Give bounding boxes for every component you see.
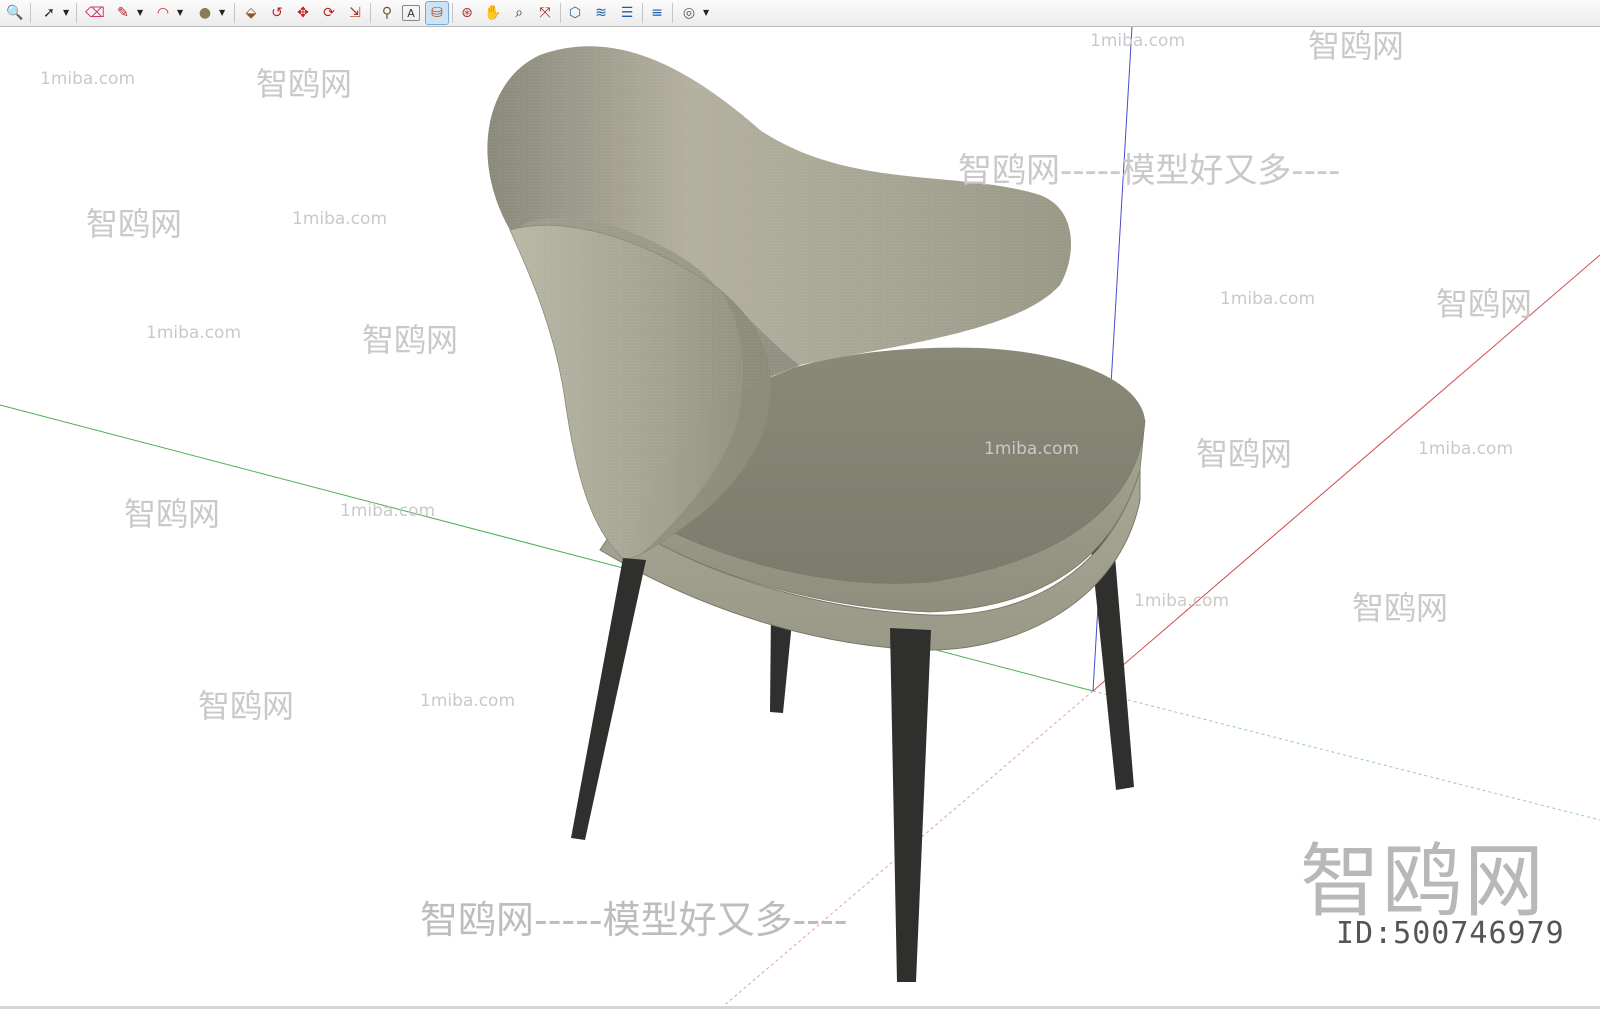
pencil-icon[interactable]: ✎ <box>112 2 134 24</box>
chevron-down-icon[interactable]: ▼ <box>219 8 225 17</box>
watermark-site: 1miba.com <box>984 439 1080 459</box>
eraser-icon[interactable]: ⌫ <box>84 2 106 24</box>
chevron-down-icon[interactable]: ▼ <box>137 8 143 17</box>
toolbar-separator <box>76 3 77 23</box>
leg-front-left <box>571 558 646 840</box>
arc-icon[interactable]: ◠ <box>152 2 174 24</box>
green-axis-hidden <box>1092 690 1600 821</box>
watermark-site: 1miba.com <box>1418 439 1514 459</box>
watermark-site: 1miba.com <box>40 69 136 89</box>
watermark-brand: 智鸥网 <box>1436 285 1533 323</box>
section-plane-icon[interactable]: ≋ <box>590 2 612 24</box>
zoom-window-icon[interactable]: ⌕ <box>508 2 530 24</box>
scale-icon[interactable]: ⇲ <box>344 2 366 24</box>
toolbar-separator <box>234 3 235 23</box>
toolbar-separator <box>370 3 371 23</box>
toolbar-separator <box>560 3 561 23</box>
model-viewport[interactable]: 1miba.com 智鸥网 1miba.com 智鸥网 智鸥网-----模型好又… <box>0 27 1600 1009</box>
watermark-brand: 智鸥网 <box>198 687 295 725</box>
watermark-site: 1miba.com <box>1090 31 1186 51</box>
toolbar-separator <box>672 3 673 23</box>
watermark-brand: 智鸥网 <box>1352 589 1449 627</box>
push-pull-icon[interactable]: ⬙ <box>240 2 262 24</box>
zoom-extents-icon[interactable]: ⤧ <box>534 2 556 24</box>
watermark-site: 1miba.com <box>146 323 242 343</box>
toolbar-separator <box>452 3 453 23</box>
watermark-brand: 智鸥网 <box>1196 435 1293 473</box>
shape-icon[interactable]: ● <box>194 2 216 24</box>
watermark-site: 1miba.com <box>340 501 436 521</box>
account-icon[interactable]: ◎ <box>678 2 700 24</box>
toolbar-separator <box>30 3 31 23</box>
watermark-id: ID:500746979 <box>1336 916 1565 951</box>
move-icon[interactable]: ✥ <box>292 2 314 24</box>
follow-me-icon[interactable]: ↺ <box>266 2 288 24</box>
text-icon[interactable]: A <box>402 5 420 21</box>
watermark-site: 1miba.com <box>292 209 388 229</box>
styles-icon[interactable]: ≡ <box>646 2 668 24</box>
chevron-down-icon[interactable]: ▼ <box>177 8 183 17</box>
select-icon[interactable]: ➚ <box>38 2 60 24</box>
chevron-down-icon[interactable]: ▼ <box>63 8 69 17</box>
zoom-icon[interactable]: 🔍 <box>4 2 26 24</box>
watermark-brand: 智鸥网 <box>86 205 183 243</box>
watermark-site: 1miba.com <box>1134 591 1230 611</box>
watermark-slogan: 智鸥网-----模型好又多---- <box>958 151 1341 191</box>
orbit-icon[interactable]: ⊛ <box>456 2 478 24</box>
toolbar-separator <box>642 3 643 23</box>
rotate-icon[interactable]: ⟳ <box>318 2 340 24</box>
watermark-brand: 智鸥网 <box>362 321 459 359</box>
watermark-site: 1miba.com <box>420 691 516 711</box>
watermark-brand: 智鸥网 <box>256 65 353 103</box>
tape-measure-icon[interactable]: ⚲ <box>376 2 398 24</box>
layers-icon[interactable]: ☰ <box>616 2 638 24</box>
paint-bucket-icon[interactable]: ⛁ <box>425 1 449 25</box>
watermark-slogan-bottom: 智鸥网-----模型好又多---- <box>420 898 848 942</box>
leg-front-right <box>890 628 931 982</box>
watermark-site: 1miba.com <box>1220 289 1316 309</box>
pan-icon[interactable]: ✋ <box>482 2 504 24</box>
watermark-brand: 智鸥网 <box>124 495 221 533</box>
components-icon[interactable]: ⬡ <box>564 2 586 24</box>
chevron-down-icon[interactable]: ▼ <box>703 8 709 17</box>
watermark-brand: 智鸥网 <box>1308 27 1405 65</box>
